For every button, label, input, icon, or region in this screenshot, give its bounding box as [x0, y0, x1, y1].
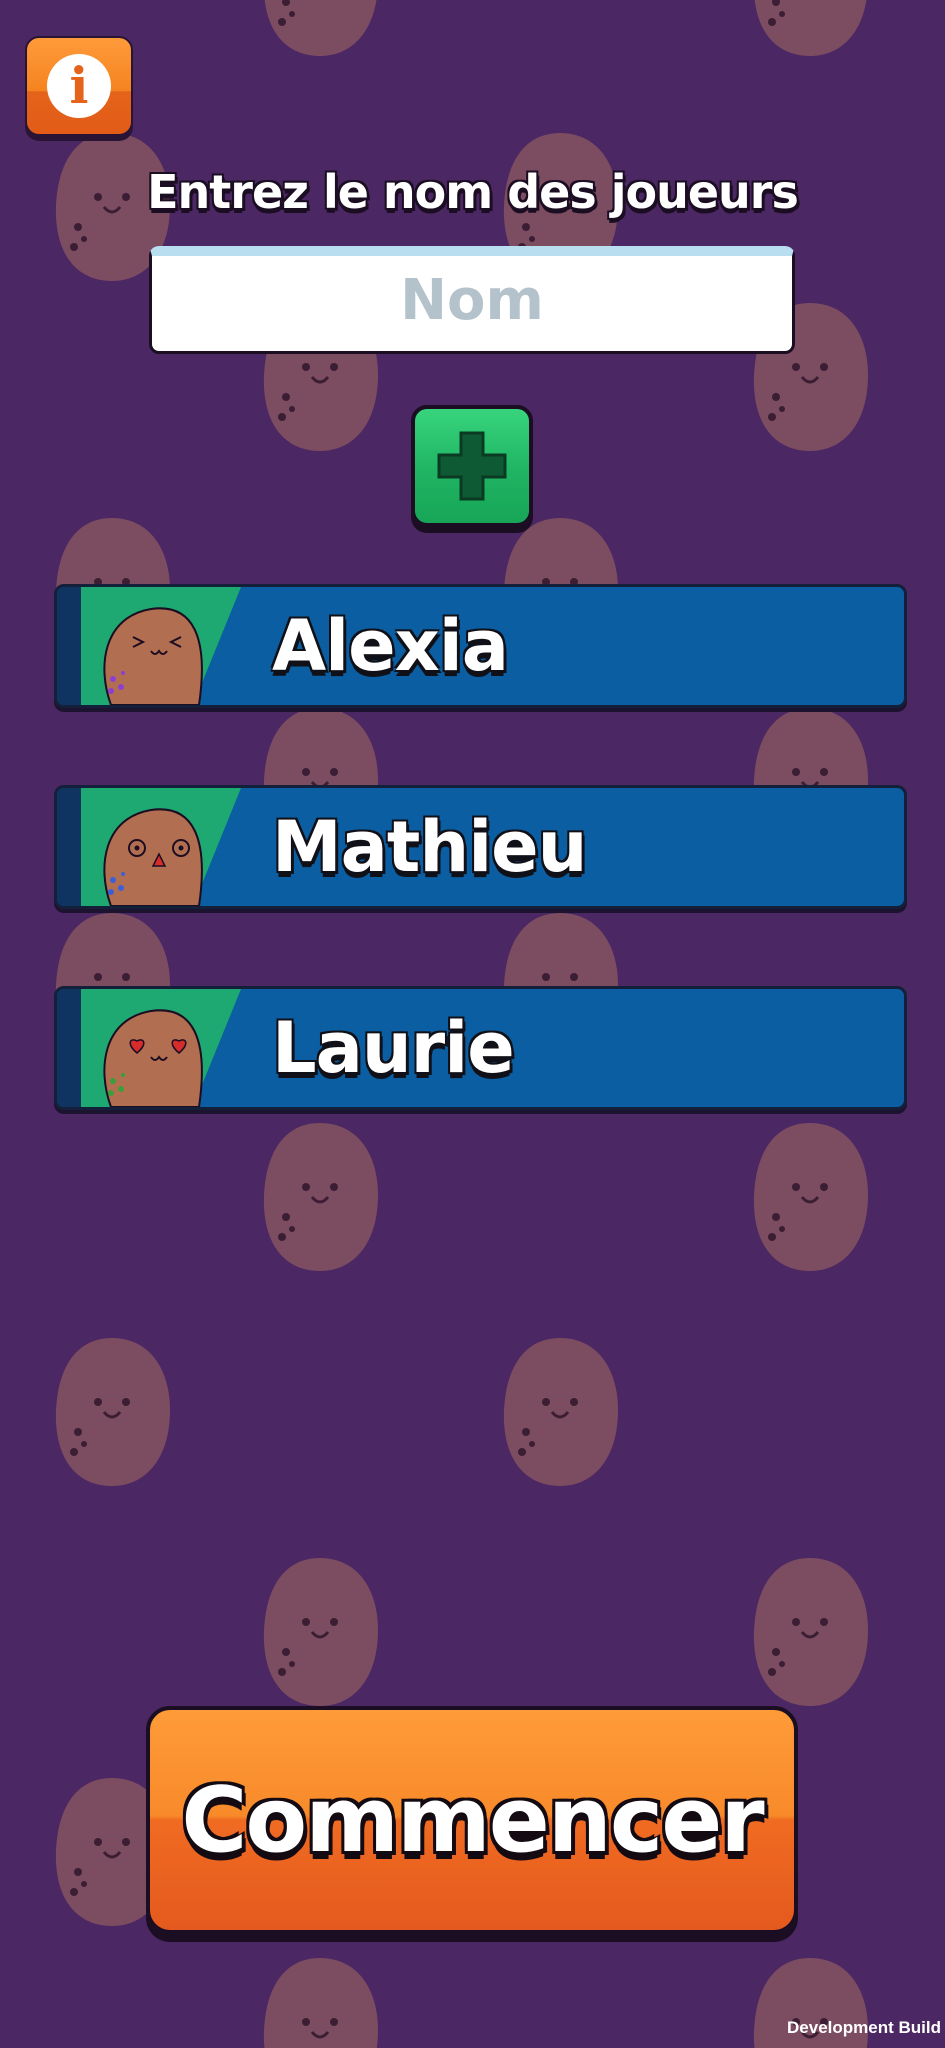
player-name: Alexia: [272, 605, 509, 687]
player-name-input[interactable]: [149, 246, 795, 354]
row-strip: [57, 788, 81, 906]
row-strip: [57, 989, 81, 1107]
page-title: Entrez le nom des joueurs: [147, 165, 799, 219]
potato-heart-eyes-face-avatar: [103, 1009, 203, 1107]
player-row-alexia[interactable]: Alexia: [54, 584, 907, 708]
info-icon: i: [47, 54, 111, 118]
development-build-label: Development Build: [787, 2018, 941, 2037]
player-name: Laurie: [272, 1007, 515, 1089]
player-row-laurie[interactable]: Laurie: [54, 986, 907, 1110]
potato-squint-face-avatar: [103, 607, 203, 705]
player-row-mathieu[interactable]: Mathieu: [54, 785, 907, 909]
start-button[interactable]: Commencer: [146, 1706, 798, 1934]
plus-icon: [437, 431, 507, 501]
potato-surprised-face-avatar: [103, 808, 203, 906]
start-button-label: Commencer: [181, 1767, 764, 1873]
add-player-button[interactable]: [411, 405, 533, 527]
player-name: Mathieu: [272, 806, 587, 888]
row-strip: [57, 587, 81, 705]
info-button[interactable]: i: [25, 36, 133, 136]
